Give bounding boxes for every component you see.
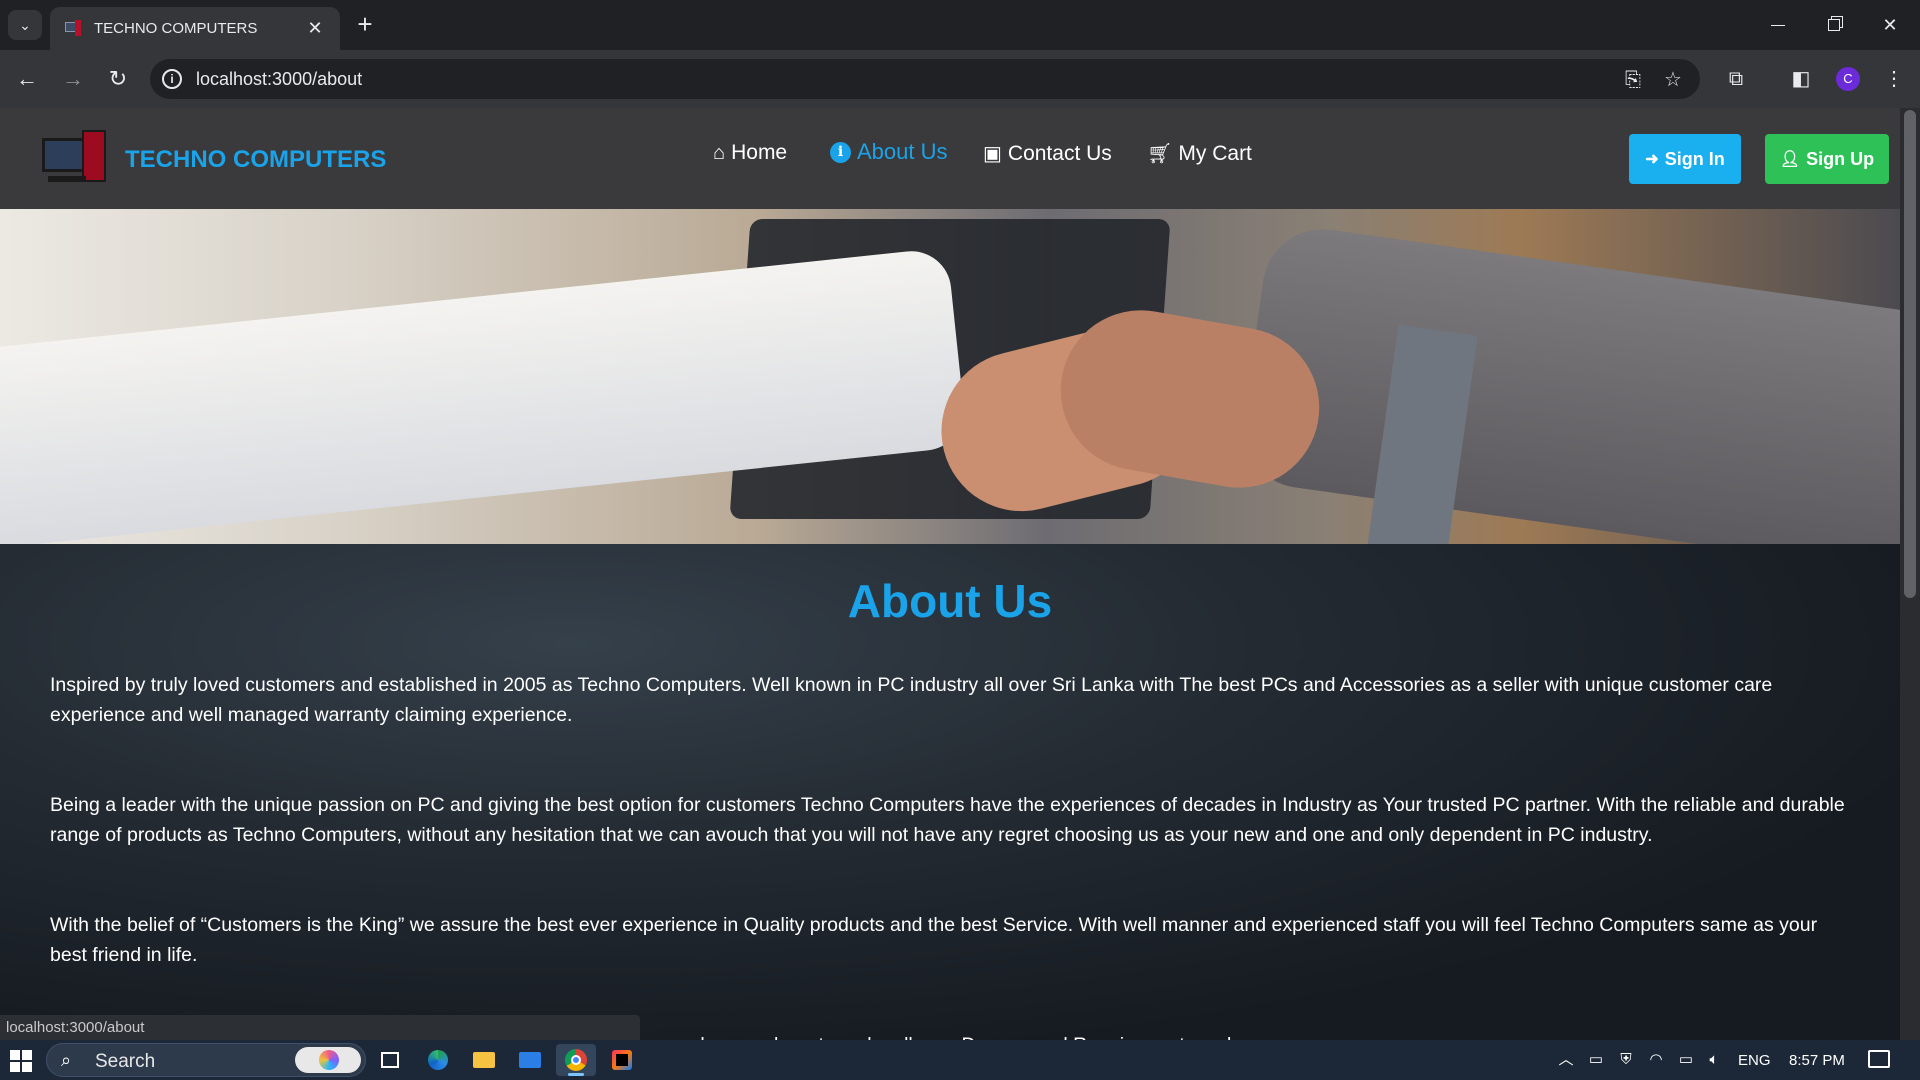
close-window-button[interactable]: ✕	[1862, 0, 1918, 50]
sign-in-icon: ➜	[1645, 151, 1659, 168]
site-favicon-icon	[64, 19, 82, 38]
intellij-taskbar-button[interactable]	[602, 1044, 642, 1076]
browser-toolbar: ← → ↻ i localhost:3000/about ⎘ ☆ ⧉ ◧ C ⋮	[0, 50, 1920, 108]
about-paragraph: With the belief of “Customers is the Kin…	[50, 914, 1818, 966]
forward-button[interactable]: →	[58, 64, 88, 94]
os-taskbar: ⌕ Search ︿ ▭ ⛨ ◠ ▭ 🔈︎ ENG 8:57 PM	[0, 1040, 1920, 1080]
shopping-cart-icon: 🛒︎	[1147, 143, 1173, 165]
edge-taskbar-button[interactable]	[418, 1044, 458, 1076]
mail-icon	[519, 1052, 541, 1068]
bookmark-star-icon[interactable]: ☆	[1660, 67, 1686, 93]
nav-about-label: About Us	[857, 139, 948, 164]
page-viewport: TECHNO COMPUTERS ⌂ Home i About Us ▣ Con…	[0, 108, 1920, 1040]
about-paragraph: Inspired by truly loved customers and es…	[50, 674, 1773, 726]
profile-avatar[interactable]: C	[1836, 67, 1860, 91]
contact-card-icon: ▣	[983, 143, 1002, 165]
about-section: About Us Inspired by truly loved custome…	[0, 544, 1900, 1040]
link-status-bubble: localhost:3000/about	[0, 1015, 640, 1040]
task-view-icon	[381, 1052, 399, 1068]
battery-icon[interactable]: ▭	[1676, 1050, 1696, 1070]
file-explorer-taskbar-button[interactable]	[464, 1044, 504, 1076]
brand-logo[interactable]	[42, 128, 110, 188]
task-view-button[interactable]	[370, 1044, 410, 1076]
taskbar-search-box[interactable]: ⌕ Search	[46, 1043, 366, 1077]
taskbar-search-label: Search	[95, 1051, 156, 1072]
show-hidden-icons-chevron-icon[interactable]: ︿	[1556, 1050, 1576, 1070]
sign-up-label: Sign Up	[1806, 148, 1875, 169]
volume-icon[interactable]: 🔈︎	[1704, 1050, 1724, 1070]
minimize-window-button[interactable]	[1750, 0, 1806, 50]
reload-button[interactable]: ↻	[103, 64, 133, 94]
input-language[interactable]: ENG	[1738, 1040, 1771, 1080]
notifications-icon[interactable]	[1868, 1050, 1890, 1068]
nav-contact-label: Contact Us	[1007, 141, 1112, 165]
browser-menu-icon[interactable]: ⋮	[1880, 65, 1908, 93]
folder-icon	[473, 1052, 495, 1068]
user-plus-icon: 👤︎	[1779, 151, 1801, 168]
edge-icon	[428, 1050, 448, 1070]
url-text[interactable]: localhost:3000/about	[196, 69, 362, 90]
new-tab-button[interactable]: +	[350, 10, 380, 40]
install-app-icon[interactable]: ⎘	[1620, 67, 1646, 93]
about-paragraph: Being a leader with the unique passion o…	[50, 794, 1845, 846]
sign-in-label: Sign In	[1664, 148, 1725, 169]
extensions-icon[interactable]: ⧉	[1722, 65, 1750, 93]
chrome-icon	[565, 1049, 587, 1071]
address-bar[interactable]: i localhost:3000/about ⎘ ☆	[150, 59, 1700, 99]
device-icon[interactable]: ▭	[1586, 1050, 1606, 1070]
sign-up-button[interactable]: 👤︎ Sign Up	[1765, 134, 1889, 184]
restore-window-button[interactable]	[1806, 0, 1862, 50]
site-info-icon[interactable]: i	[162, 69, 182, 89]
tab-search-button[interactable]: ⌄	[8, 10, 42, 40]
browser-tab-bar: ⌄ TECHNO COMPUTERS ✕ + ✕	[0, 0, 1920, 50]
tab-title: TECHNO COMPUTERS	[94, 20, 258, 37]
security-shield-icon[interactable]: ⛨	[1616, 1050, 1636, 1070]
info-circle-icon: i	[830, 141, 851, 163]
wifi-icon[interactable]: ◠	[1646, 1050, 1666, 1070]
nav-home-label: Home	[731, 141, 788, 164]
page-scrollbar[interactable]	[1900, 108, 1920, 1040]
sign-in-button[interactable]: ➜ Sign In	[1629, 134, 1741, 184]
nav-cart-label: My Cart	[1178, 141, 1252, 165]
nav-home[interactable]: ⌂ Home	[713, 141, 787, 165]
close-tab-icon[interactable]: ✕	[304, 18, 326, 39]
chrome-taskbar-button[interactable]	[556, 1044, 596, 1076]
site-navbar: TECHNO COMPUTERS ⌂ Home i About Us ▣ Con…	[0, 108, 1900, 209]
browser-tab[interactable]: TECHNO COMPUTERS ✕	[50, 7, 340, 50]
nav-cart[interactable]: 🛒︎ My Cart	[1147, 141, 1252, 166]
intellij-icon	[612, 1050, 632, 1070]
back-button[interactable]: ←	[12, 64, 42, 94]
clock-time[interactable]: 8:57 PM	[1789, 1040, 1845, 1080]
copilot-icon[interactable]	[295, 1047, 361, 1073]
mail-taskbar-button[interactable]	[510, 1044, 550, 1076]
brand-name[interactable]: TECHNO COMPUTERS	[125, 146, 386, 174]
nav-contact[interactable]: ▣ Contact Us	[983, 141, 1112, 166]
page-title: About Us	[847, 575, 1053, 627]
scrollbar-thumb[interactable]	[1904, 110, 1916, 598]
search-icon: ⌕	[61, 1050, 72, 1070]
side-panel-icon[interactable]: ◧	[1787, 65, 1815, 93]
nav-about[interactable]: i About Us	[830, 139, 948, 165]
windows-start-icon[interactable]	[10, 1050, 32, 1072]
hero-handshake-image	[0, 209, 1900, 544]
home-icon: ⌂	[713, 141, 726, 164]
